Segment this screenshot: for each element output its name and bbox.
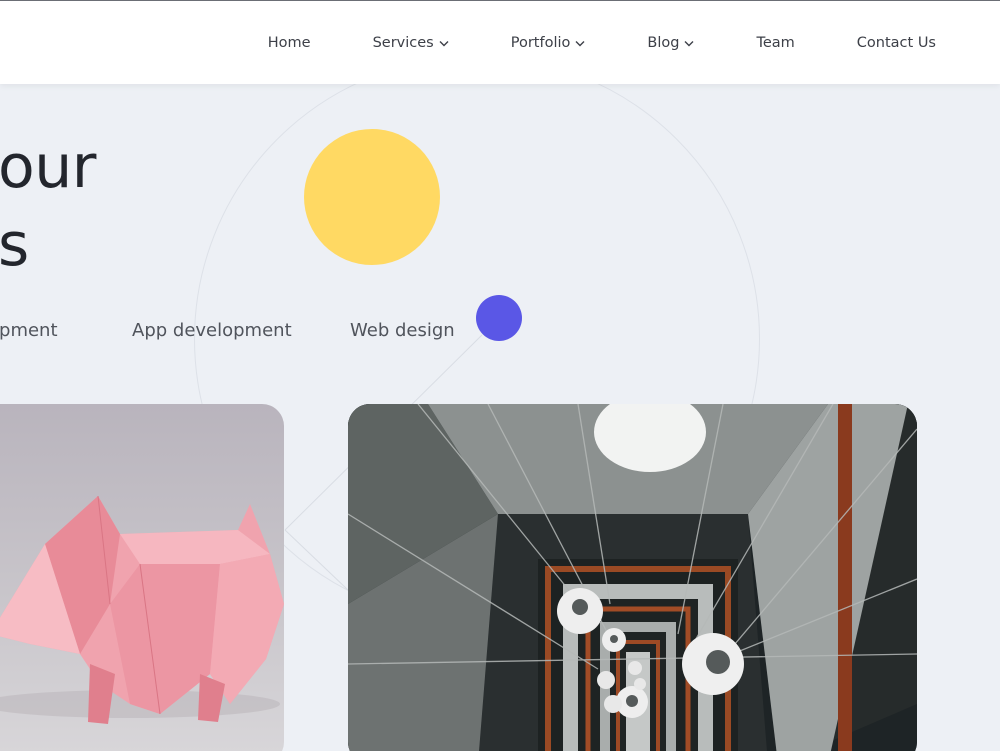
nav-label: Home: [267, 35, 311, 51]
hero-title: our s: [0, 128, 96, 284]
nav-label: Contact Us: [856, 35, 936, 51]
chevron-down-icon: [439, 40, 449, 47]
stairwell-image: [348, 404, 917, 751]
portfolio-card-origami[interactable]: [0, 404, 284, 751]
decorative-yellow-circle: [304, 129, 440, 265]
chevron-down-icon: [684, 40, 694, 47]
nav-item-blog[interactable]: Blog: [647, 35, 694, 51]
nav-label: Services: [372, 35, 434, 51]
service-tab-development[interactable]: opment: [0, 320, 58, 341]
hero-title-line-2: s: [0, 210, 29, 280]
service-tab-app-development[interactable]: App development: [132, 320, 292, 341]
chevron-down-icon: [575, 40, 585, 47]
nav-label: Portfolio: [510, 35, 571, 51]
hero-title-line-1: our: [0, 132, 96, 202]
nav-item-services[interactable]: Services: [373, 35, 449, 51]
nav-item-team[interactable]: Team: [756, 35, 794, 51]
nav-item-portfolio[interactable]: Portfolio: [511, 35, 586, 51]
nav-item-contact[interactable]: Contact Us: [857, 35, 936, 51]
nav-item-home[interactable]: Home: [268, 35, 311, 51]
nav-label: Team: [756, 35, 795, 51]
top-navbar: Home Services Portfolio Blog Team Contac…: [0, 0, 1000, 84]
service-tab-web-design[interactable]: Web design: [350, 320, 455, 341]
portfolio-card-stairwell[interactable]: [348, 404, 917, 751]
decorative-purple-circle: [476, 295, 522, 341]
nav-label: Blog: [647, 35, 680, 51]
nav-menu: Home Services Portfolio Blog Team Contac…: [268, 1, 936, 85]
origami-pig-image: [0, 404, 284, 751]
